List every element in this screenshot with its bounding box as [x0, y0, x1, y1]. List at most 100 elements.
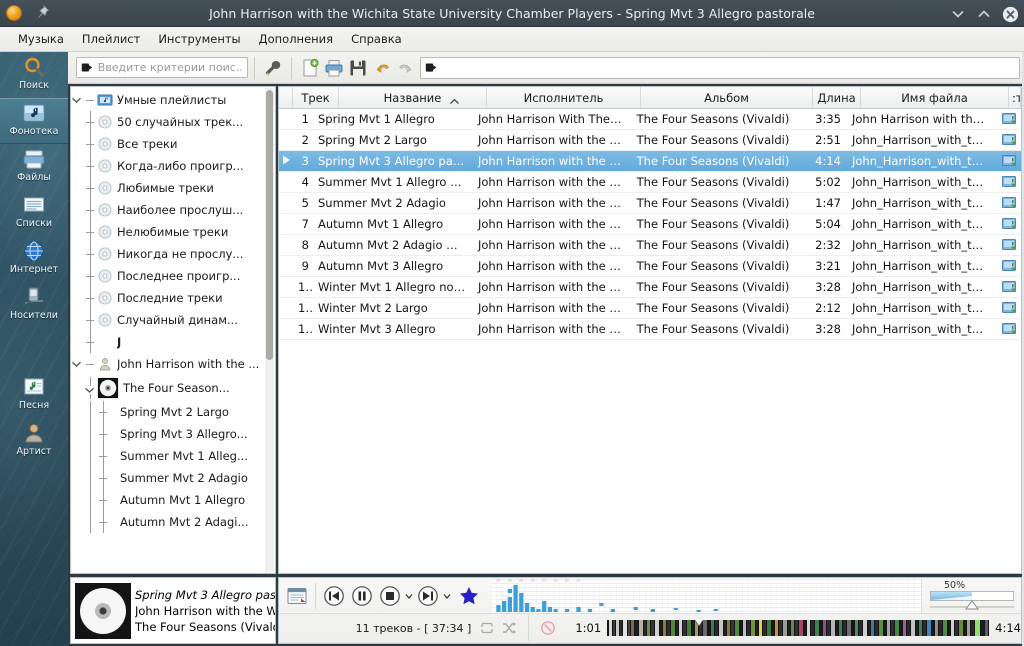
- undo-arrow-icon[interactable]: [372, 58, 392, 78]
- expander-artist[interactable]: [71, 353, 84, 375]
- tree-item-album-track[interactable]: Autumn Mvt 1 Allegro: [71, 489, 275, 511]
- tree-node-artist[interactable]: John Harrison with the ...: [71, 353, 275, 375]
- minimize-button[interactable]: [950, 6, 966, 22]
- menu-tools[interactable]: Инструменты: [149, 29, 249, 49]
- tree-item-smart-playlist[interactable]: Никогда не прослу...: [71, 243, 275, 265]
- stop-icon[interactable]: [379, 585, 401, 607]
- playlist-row[interactable]: 9 Autumn Mvt 3 Allegro John Harrison with …: [279, 256, 1021, 277]
- tree-item-smart-playlist[interactable]: Нелюбимые треки: [71, 221, 275, 243]
- playlist-row[interactable]: 5 Summer Mvt 2 Adagio John Harrison with t…: [279, 193, 1021, 214]
- wrench-icon[interactable]: [263, 58, 283, 78]
- row-album: The Four Seasons (Vivaldi): [636, 196, 790, 210]
- floppy-save-icon[interactable]: [348, 58, 368, 78]
- column-title[interactable]: Название: [339, 87, 487, 108]
- menu-extensions[interactable]: Дополнения: [250, 29, 342, 49]
- tree-node-smart-playlists[interactable]: Умные плейлисты: [71, 89, 275, 111]
- playlist-row[interactable]: 3 Spring Mvt 3 Allegro past... John Harris…: [279, 151, 1021, 172]
- menu-help[interactable]: Справка: [342, 29, 411, 49]
- expander-smart-playlists[interactable]: [71, 89, 84, 111]
- status-separator: [528, 615, 530, 641]
- address-input[interactable]: [420, 56, 1020, 79]
- sidebar-item-artist[interactable]: Артист: [0, 418, 68, 464]
- playlist-row[interactable]: 12 Winter Mvt 3 Allegro John Harrison with…: [279, 319, 1021, 340]
- pin-icon[interactable]: [34, 4, 52, 22]
- media-type-icon: [1002, 134, 1017, 145]
- tree-node-album[interactable]: The Four Season...: [71, 375, 275, 401]
- tree-scrollbar-thumb[interactable]: [266, 90, 273, 360]
- maximize-button[interactable]: [976, 6, 992, 22]
- playlist-row[interactable]: 11 Winter Mvt 2 Largo John Harrison with t…: [279, 298, 1021, 319]
- playlist-row[interactable]: 7 Autumn Mvt 1 Allegro John Harrison with …: [279, 214, 1021, 235]
- sidebar-item-lists[interactable]: Списки: [0, 190, 68, 236]
- playlist-row[interactable]: 4 Summer Mvt 1 Allegro n... John Harrison …: [279, 172, 1021, 193]
- menu-music[interactable]: Музыка: [9, 29, 73, 49]
- next-menu-chevron-down-icon[interactable]: [442, 585, 452, 607]
- sidebar-item-library[interactable]: Фонотека: [0, 98, 68, 144]
- menu-playlist[interactable]: Плейлист: [73, 29, 149, 49]
- tree-item-smart-playlist[interactable]: Последние треки: [71, 287, 275, 309]
- column-length[interactable]: Длина: [813, 87, 861, 108]
- sidebar-item-devices[interactable]: Носители: [0, 282, 68, 328]
- tree-item-album-track[interactable]: Summer Mvt 2 Adagio: [71, 467, 275, 489]
- row-track-number: 7: [301, 217, 309, 231]
- tree-label-smart-playlist: Когда-либо проигр...: [117, 159, 244, 173]
- repeat-icon[interactable]: [479, 620, 495, 636]
- redo-arrow-icon[interactable]: [396, 58, 416, 78]
- sidebar-item-internet[interactable]: Интернет: [0, 236, 68, 282]
- no-action-icon[interactable]: [540, 620, 556, 636]
- stop-menu-chevron-down-icon[interactable]: [404, 585, 414, 607]
- tree-line: [84, 331, 97, 353]
- column-bitrate-truncated[interactable]: :точн: [1009, 87, 1021, 108]
- tree-item-smart-playlist[interactable]: Все треки: [71, 133, 275, 155]
- row-track-number: 11: [298, 301, 313, 315]
- search-input[interactable]: Введите критерии поис...: [76, 57, 248, 78]
- pause-icon[interactable]: [351, 585, 373, 607]
- playlist-window-icon[interactable]: [286, 585, 308, 607]
- column-album[interactable]: Альбом: [641, 87, 813, 108]
- now-playing-panel[interactable]: Spring Mvt 3 Allegro pas John Harrison w…: [70, 577, 276, 644]
- sidebar-item-song[interactable]: Песня: [0, 372, 68, 418]
- sidebar-label-lists: Списки: [15, 218, 53, 229]
- tree-item-album-track[interactable]: Summer Mvt 1 Alleg...: [71, 445, 275, 467]
- seek-handle[interactable]: [691, 620, 707, 627]
- row-filename: John_Harrison_with_the_W...: [852, 238, 995, 252]
- expander-album[interactable]: [84, 377, 97, 399]
- sidebar-item-files[interactable]: Файлы: [0, 144, 68, 190]
- close-button[interactable]: [1002, 6, 1019, 22]
- playlist-row[interactable]: 10 Winter Mvt 1 Allegro non... John Harris…: [279, 277, 1021, 298]
- tree-item-album-track[interactable]: Autumn Mvt 2 Adagi...: [71, 511, 275, 533]
- balance-thumb[interactable]: [964, 599, 980, 610]
- tree-item-album-track[interactable]: Spring Mvt 2 Largo: [71, 401, 275, 423]
- playlist-row[interactable]: 2 Spring Mvt 2 Largo John Harrison with th…: [279, 130, 1021, 151]
- column-filename[interactable]: Имя файла: [861, 87, 1009, 108]
- tree-line: [84, 467, 97, 489]
- star-icon[interactable]: [458, 585, 480, 607]
- next-track-icon[interactable]: [417, 585, 439, 607]
- shuffle-icon[interactable]: [501, 620, 517, 636]
- devices-icon: [25, 287, 43, 305]
- tree-label-smart-playlist: Последнее проигр...: [117, 269, 241, 283]
- tree-item-album-track[interactable]: Spring Mvt 3 Allegro...: [71, 423, 275, 445]
- sidebar-item-search[interactable]: Поиск: [0, 52, 68, 98]
- new-document-icon[interactable]: [300, 58, 320, 78]
- tree-item-smart-playlist[interactable]: 50 случайных трек...: [71, 111, 275, 133]
- seek-slider[interactable]: [607, 620, 990, 636]
- row-track-number: 8: [301, 238, 309, 252]
- playlist-row[interactable]: 1 Spring Mvt 1 Allegro John Harrison With …: [279, 109, 1021, 130]
- tree-item-smart-playlist[interactable]: Наиболее прослуш...: [71, 199, 275, 221]
- tree-item-smart-playlist[interactable]: Любимые треки: [71, 177, 275, 199]
- printer-icon[interactable]: [324, 58, 344, 78]
- media-type-icon: [1002, 323, 1017, 334]
- tree-item-smart-playlist[interactable]: Случайный динам...: [71, 309, 275, 331]
- spectrum-analyzer[interactable]: [492, 578, 921, 613]
- row-artist: John Harrison with the W...: [478, 238, 627, 252]
- tree-scrollbar[interactable]: [265, 88, 274, 572]
- column-track[interactable]: Трек: [293, 87, 339, 108]
- volume-control[interactable]: 50%: [921, 578, 1021, 613]
- tree-item-smart-playlist[interactable]: Последнее проигр...: [71, 265, 275, 287]
- tree-item-smart-playlist[interactable]: Когда-либо проигр...: [71, 155, 275, 177]
- playlist-row[interactable]: 8 Autumn Mvt 2 Adagio m... John Harrison w…: [279, 235, 1021, 256]
- column-artist[interactable]: Исполнитель: [487, 87, 641, 108]
- previous-track-icon[interactable]: [323, 585, 345, 607]
